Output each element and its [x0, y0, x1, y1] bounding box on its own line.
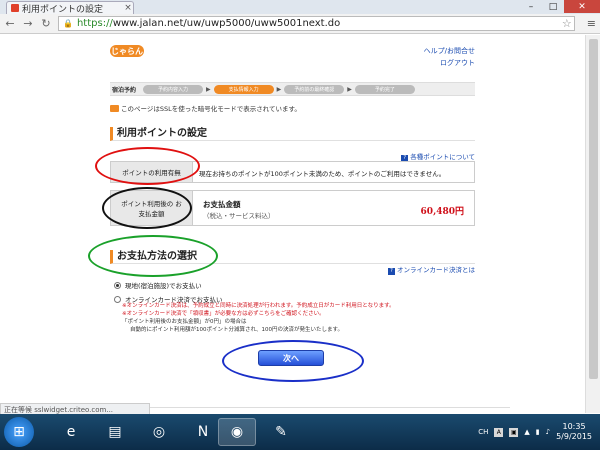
- browser360-taskbar-icon[interactable]: ◎: [140, 418, 178, 446]
- steps-label: 宿泊予約: [112, 86, 137, 94]
- chrome-taskbar-icon[interactable]: ◉: [218, 418, 256, 446]
- step-4: 予約完了: [354, 84, 415, 94]
- url-scheme: https://: [76, 18, 113, 29]
- progress-steps: 宿泊予約 予約内容入力 ▶ 支払情報入力 ▶ 予約前の最終確認 ▶ 予約完了: [110, 82, 475, 96]
- help-link[interactable]: ヘルプ/お問合せ: [424, 45, 475, 57]
- reload-icon[interactable]: ↻: [40, 17, 52, 30]
- tray-settings-icon[interactable]: ▣: [509, 427, 519, 437]
- scroll-thumb[interactable]: [589, 39, 598, 379]
- ime-indicator[interactable]: CH: [478, 428, 488, 436]
- page-scrollbar[interactable]: [585, 35, 600, 413]
- step-1: 予約内容入力: [143, 84, 203, 94]
- logout-link[interactable]: ログアウト: [424, 57, 475, 69]
- close-window-button[interactable]: ✕: [564, 0, 600, 13]
- start-button[interactable]: ⊞: [4, 417, 34, 447]
- clock-time: 10:35: [562, 422, 586, 431]
- paint-taskbar-icon[interactable]: ✎: [262, 418, 300, 446]
- url-path: www.jalan.net/uw/uwp5000/uww5001next.do: [112, 18, 341, 29]
- jalan-favicon-icon: [11, 4, 19, 12]
- tab-title: 利用ポイントの設定: [22, 4, 104, 15]
- points-use-row: ポイントの利用有無 現在お持ちのポイントが100ポイント未満のため、ポイントのご…: [110, 161, 475, 183]
- nx-taskbar-icon[interactable]: N: [184, 418, 222, 446]
- payment-note-3: 「ポイント利用後のお支払金額」が0円」の場合は: [122, 319, 247, 325]
- explorer-taskbar-icon[interactable]: ▤: [96, 418, 134, 446]
- step-arrow-icon: ▶: [206, 85, 211, 93]
- maximize-button[interactable]: □: [542, 0, 564, 13]
- windows-taskbar: ⊞ e ▤ ◎ N ◉ ✎ CH A ▣ ▲ ▮ ♪ 10:35 5/9/201…: [0, 414, 600, 450]
- key-icon: [110, 104, 119, 112]
- amount-value: 60,480円: [420, 207, 464, 217]
- volume-icon[interactable]: ♪: [546, 428, 550, 436]
- payment-note-4: 自動的にポイント利用額が100ポイント分減算され、100円の決済が発生いたします…: [130, 327, 344, 333]
- points-use-text: 現在お持ちのポイントが100ポイント未満のため、ポイントのご利用はできません。: [199, 170, 446, 178]
- points-use-label: ポイントの利用有無: [111, 162, 193, 182]
- ie-taskbar-icon[interactable]: e: [52, 418, 90, 446]
- header-links: ヘルプ/お問合せ ログアウト: [424, 45, 475, 69]
- payment-note-1: ※オンラインカード決済は、予約成立と同時に決済処理が行われます。予約成立日がカー…: [122, 303, 395, 309]
- step-3: 予約前の最終確認: [284, 84, 345, 94]
- network-icon[interactable]: ▮: [536, 428, 540, 436]
- ssl-notice-text: このページはSSLを使った暗号化モードで表示されています。: [121, 105, 301, 113]
- clock-date: 5/9/2015: [556, 432, 592, 441]
- jalan-logo[interactable]: じゃらん: [110, 45, 144, 57]
- step-arrow-icon: ▶: [347, 85, 352, 93]
- minimize-button[interactable]: –: [520, 0, 542, 13]
- amount-subtitle: （税込・サービス料込）: [203, 212, 275, 220]
- tray-arrow-icon[interactable]: ▲: [524, 428, 529, 436]
- content-column: じゃらん ヘルプ/お問合せ ログアウト 宿泊予約 予約内容入力 ▶ 支払情報入力…: [110, 35, 475, 413]
- payment-option-onsite[interactable]: 現地(宿泊施設)でお支払い: [114, 280, 202, 290]
- bookmark-star-icon[interactable]: ☆: [562, 17, 572, 30]
- footer-divider: [100, 407, 510, 408]
- question-icon: ?: [388, 268, 395, 275]
- lock-icon: 🔒: [63, 19, 73, 28]
- amount-row: ポイント利用後の お支払金額 お支払金額 （税込・サービス料込） 60,480円: [110, 190, 475, 226]
- onsite-radio[interactable]: [114, 281, 121, 289]
- step-arrow-icon: ▶: [276, 85, 282, 93]
- online-radio[interactable]: [114, 295, 121, 303]
- ssl-notice: このページはSSLを使った暗号化モードで表示されています。: [110, 103, 301, 113]
- window-controls: – □ ✕: [520, 0, 600, 14]
- ime-mode-icon[interactable]: A: [494, 427, 504, 437]
- clock[interactable]: 10:35 5/9/2015: [556, 422, 592, 442]
- browser-tab[interactable]: 利用ポイントの設定 ×: [6, 1, 134, 15]
- online-card-info-link-text: オンラインカード決済とは: [397, 266, 475, 274]
- points-info-link-text: 各種ポイントについて: [410, 153, 475, 161]
- address-bar: ← → ↻ 🔒 https://www.jalan.net/uw/uwp5000…: [0, 14, 600, 34]
- title-bar: 利用ポイントの設定 × – □ ✕: [0, 0, 600, 15]
- step-2-active: 支払情報入力: [213, 84, 274, 94]
- next-button[interactable]: 次へ: [258, 350, 324, 366]
- page-content: じゃらん ヘルプ/お問合せ ログアウト 宿泊予約 予約内容入力 ▶ 支払情報入力…: [0, 35, 600, 413]
- amount-after-points-label: ポイント利用後の お支払金額: [111, 191, 193, 225]
- forward-arrow-icon[interactable]: →: [22, 17, 34, 30]
- payment-note-2: ※オンラインカード決済で「領収書」が必要な方は必ずこちらをご確認ください。: [122, 311, 325, 317]
- back-arrow-icon[interactable]: ←: [4, 17, 16, 30]
- url-input[interactable]: 🔒 https://www.jalan.net/uw/uwp5000/uww50…: [58, 16, 575, 31]
- online-card-info-link[interactable]: ? オンラインカード決済とは: [388, 264, 475, 275]
- amount-title: お支払金額: [203, 200, 241, 209]
- tab-close-icon[interactable]: ×: [123, 3, 133, 13]
- points-section-title: 利用ポイントの設定: [110, 127, 475, 141]
- onsite-radio-label: 現地(宿泊施設)でお支払い: [125, 282, 202, 290]
- payment-section-title: お支払方法の選択: [110, 250, 475, 264]
- browser-menu-icon[interactable]: ≡: [587, 17, 596, 30]
- system-tray: CH A ▣ ▲ ▮ ♪ 10:35 5/9/2015: [478, 414, 600, 450]
